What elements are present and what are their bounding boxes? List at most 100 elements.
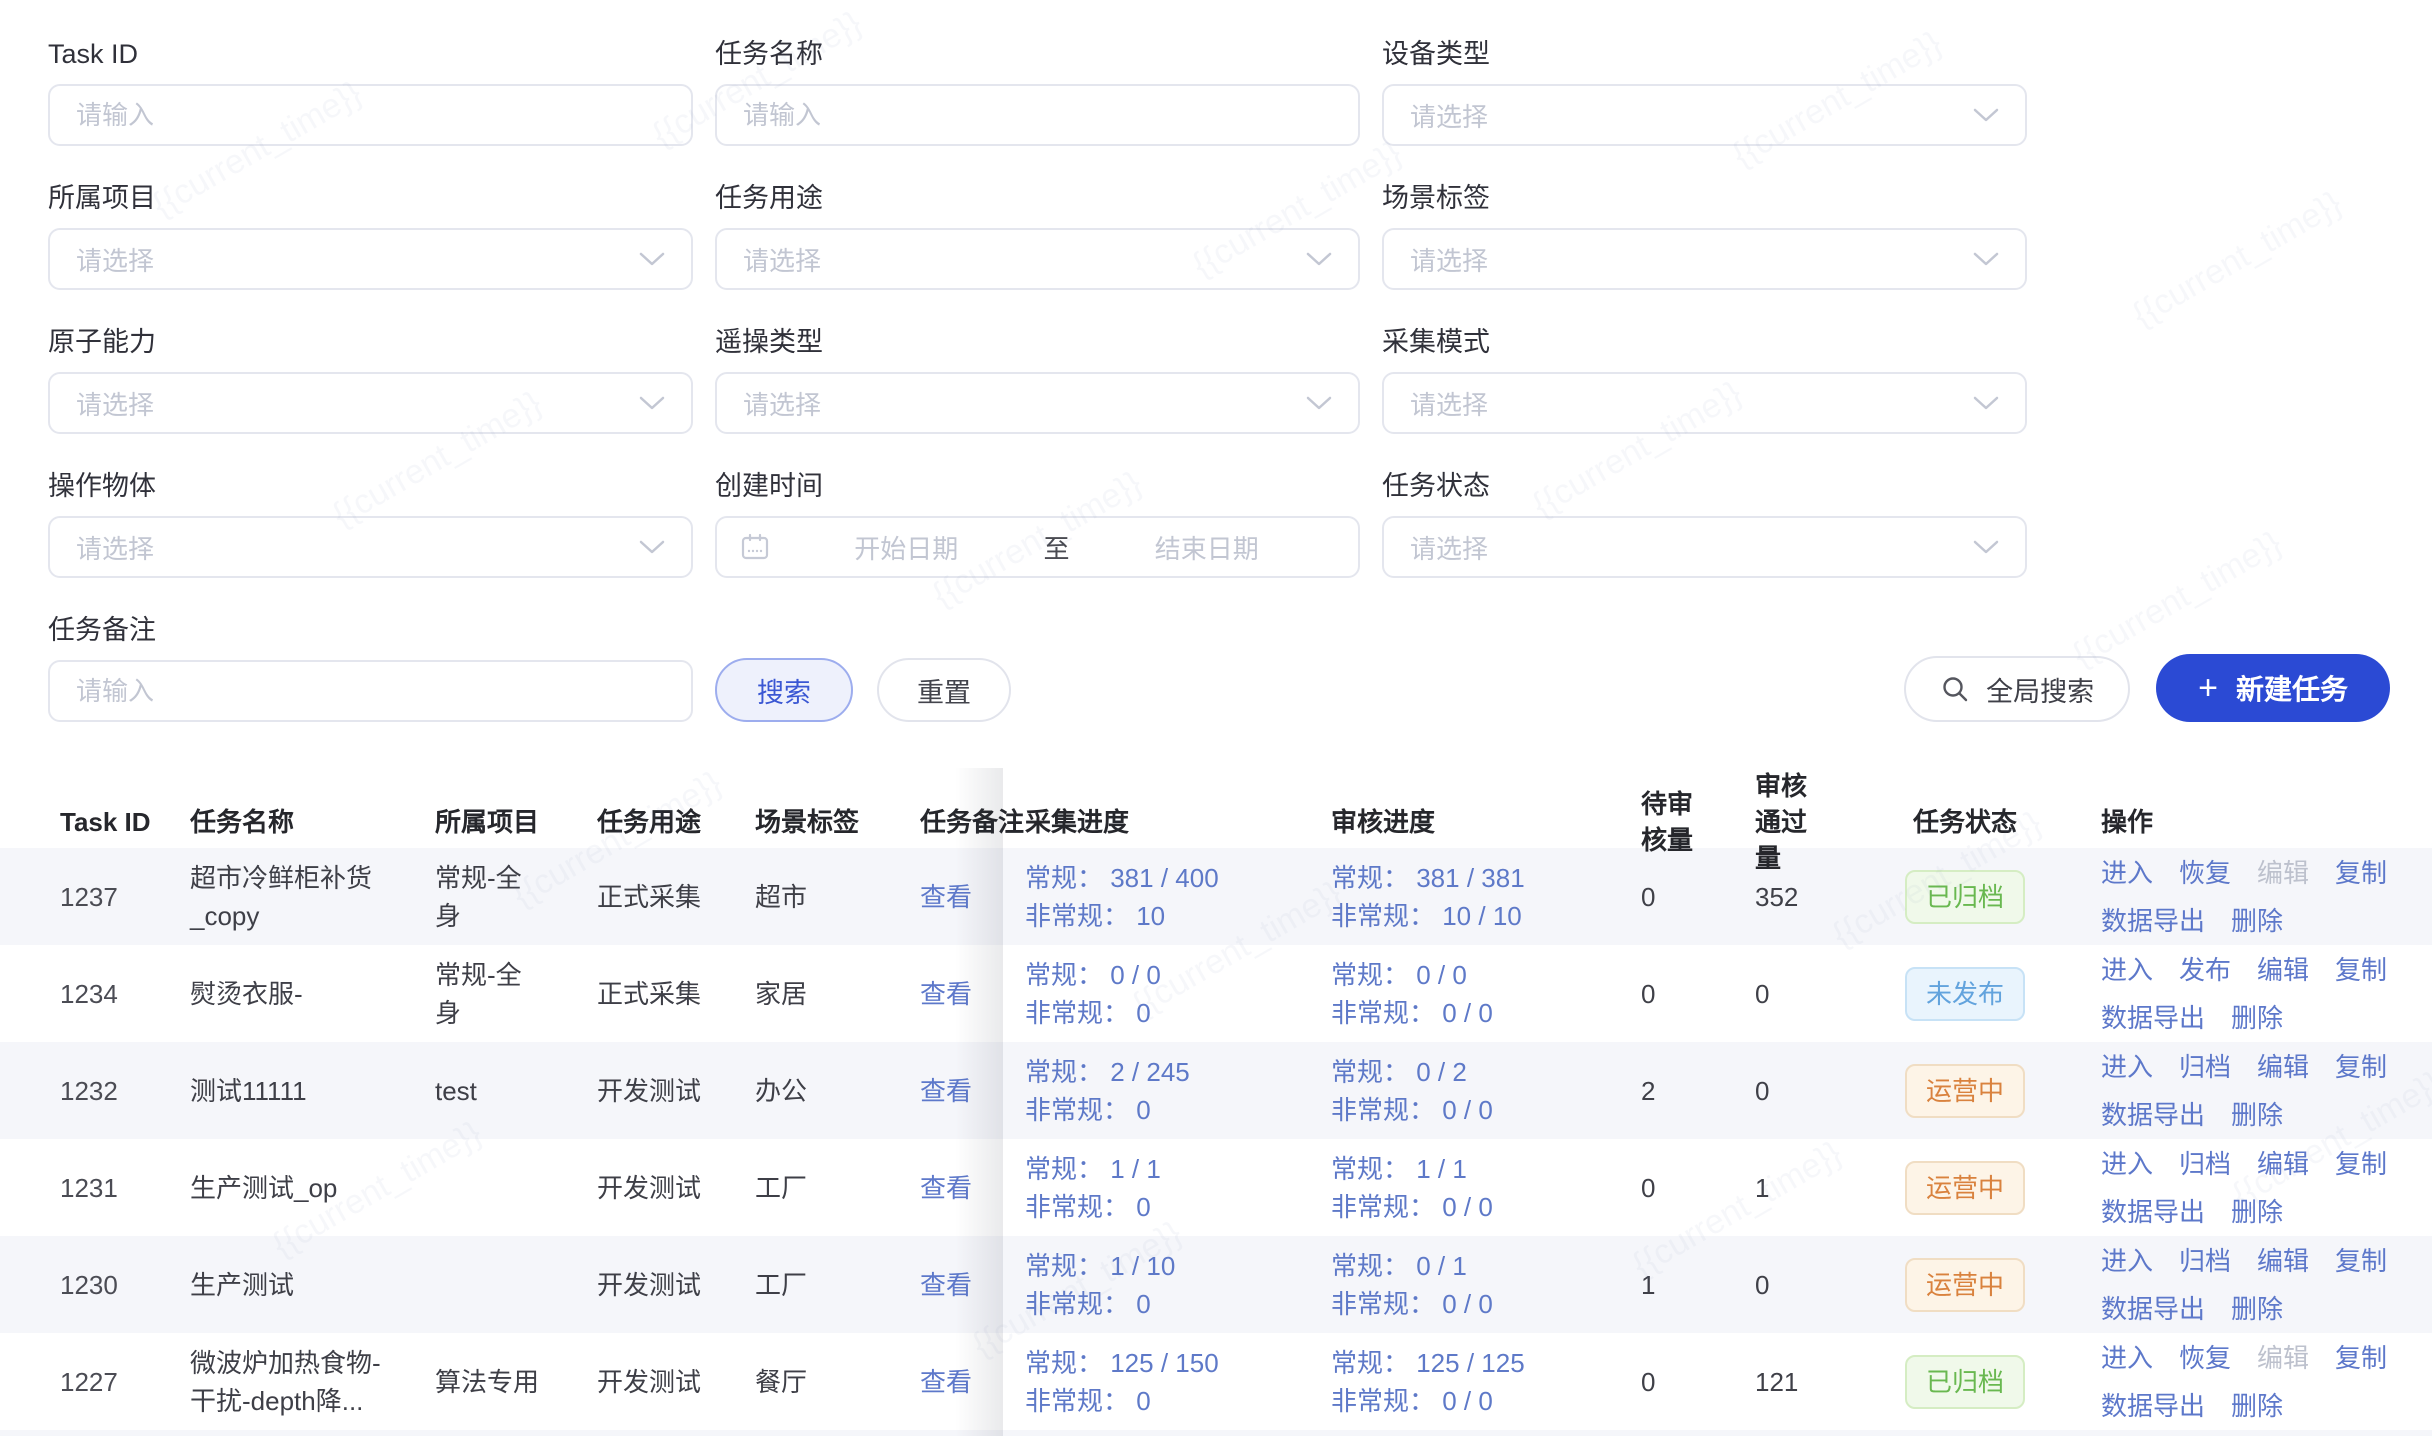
field-object: 操作物体 请选择 xyxy=(48,470,693,578)
action-copy[interactable]: 复制 xyxy=(2335,1048,2387,1086)
action-delete[interactable]: 删除 xyxy=(2231,1387,2283,1425)
teleop-type-select[interactable]: 请选择 xyxy=(715,372,1360,434)
task-id-input[interactable] xyxy=(48,84,693,146)
create-time-range-picker[interactable]: 开始日期 至 结束日期 xyxy=(715,516,1360,578)
object-select[interactable]: 请选择 xyxy=(48,516,693,578)
action-publish[interactable]: 发布 xyxy=(2179,951,2231,989)
cell-actions: 进入 归档 编辑 复制 数据导出 删除 xyxy=(2085,1048,2415,1134)
action-export[interactable]: 数据导出 xyxy=(2101,1387,2205,1425)
device-type-select[interactable]: 请选择 xyxy=(1382,84,2027,146)
action-enter[interactable]: 进入 xyxy=(2101,1242,2153,1280)
action-restore[interactable]: 恢复 xyxy=(2179,1339,2231,1377)
view-remark-link[interactable]: 查看 xyxy=(920,1076,972,1106)
view-remark-link[interactable]: 查看 xyxy=(920,882,972,912)
action-copy[interactable]: 复制 xyxy=(2335,1242,2387,1280)
search-button[interactable]: 搜索 xyxy=(715,658,853,722)
device-type-label: 设备类型 xyxy=(1382,38,2027,70)
action-edit[interactable]: 编辑 xyxy=(2257,951,2309,989)
status-badge: 运营中 xyxy=(1905,1258,2025,1312)
action-delete[interactable]: 删除 xyxy=(2231,902,2283,940)
cell-approved-count: 0 xyxy=(1743,1072,1889,1110)
action-export[interactable]: 数据导出 xyxy=(2101,1096,2205,1134)
cell-review-progress: 常规： 0 / 1 非常规： 0 / 0 xyxy=(1331,1247,1631,1323)
end-date-placeholder[interactable]: 结束日期 xyxy=(1078,529,1337,566)
table-row: 1227 微波炉加热食物-干扰-depth降... 算法专用 开发测试 餐厅 查… xyxy=(0,1333,2432,1430)
cell-task-name: 测试11111 xyxy=(190,1072,435,1110)
new-task-label: 新建任务 xyxy=(2236,668,2348,708)
purpose-label: 任务用途 xyxy=(715,182,1360,214)
purpose-select[interactable]: 请选择 xyxy=(715,228,1360,290)
action-archive[interactable]: 归档 xyxy=(2179,1242,2231,1280)
chevron-down-icon xyxy=(1973,396,1999,411)
action-enter[interactable]: 进入 xyxy=(2101,951,2153,989)
new-task-button[interactable]: + 新建任务 xyxy=(2156,654,2390,722)
cell-task-id: 1230 xyxy=(60,1266,190,1304)
cell-purpose: 正式采集 xyxy=(597,878,755,916)
review-irregular: 非常规： 0 / 0 xyxy=(1331,1285,1631,1323)
task-name-input[interactable] xyxy=(715,84,1360,146)
action-export[interactable]: 数据导出 xyxy=(2101,902,2205,940)
action-delete[interactable]: 删除 xyxy=(2231,1290,2283,1328)
action-export[interactable]: 数据导出 xyxy=(2101,1193,2205,1231)
action-enter[interactable]: 进入 xyxy=(2101,1048,2153,1086)
field-task-status: 任务状态 请选择 xyxy=(1382,470,2027,578)
chevron-down-icon xyxy=(1973,108,1999,123)
action-copy[interactable]: 复制 xyxy=(2335,951,2387,989)
action-export[interactable]: 数据导出 xyxy=(2101,1290,2205,1328)
cell-collect-progress: 常规： 1 / 1 非常规： 0 xyxy=(1025,1150,1331,1226)
action-edit[interactable]: 编辑 xyxy=(2257,1048,2309,1086)
action-archive[interactable]: 归档 xyxy=(2179,1145,2231,1183)
action-delete[interactable]: 删除 xyxy=(2231,999,2283,1037)
scene-tag-select[interactable]: 请选择 xyxy=(1382,228,2027,290)
review-regular: 常规： 1 / 1 xyxy=(1331,1150,1631,1188)
chevron-down-icon xyxy=(639,540,665,555)
start-date-placeholder[interactable]: 开始日期 xyxy=(777,529,1036,566)
calendar-icon xyxy=(739,531,771,563)
view-remark-link[interactable]: 查看 xyxy=(920,1270,972,1300)
action-copy[interactable]: 复制 xyxy=(2335,1339,2387,1377)
collect-irregular: 非常规： 0 xyxy=(1025,994,1331,1032)
action-delete[interactable]: 删除 xyxy=(2231,1193,2283,1231)
cell-task-name: 超市冷鲜柜补货_copy xyxy=(190,859,435,935)
remark-input[interactable] xyxy=(48,660,693,722)
table-row: 1232 测试11111 test 开发测试 办公 查看 常规： 2 / 245… xyxy=(0,1042,2432,1139)
action-export[interactable]: 数据导出 xyxy=(2101,999,2205,1037)
action-copy[interactable]: 复制 xyxy=(2335,854,2387,892)
cell-pending-count: 2 xyxy=(1631,1072,1743,1110)
cell-collect-progress: 常规： 125 / 150 非常规： 0 xyxy=(1025,1344,1331,1420)
action-edit: 编辑 xyxy=(2257,1339,2309,1377)
cell-task-id: 1232 xyxy=(60,1072,190,1110)
review-irregular: 非常规： 0 / 0 xyxy=(1331,1188,1631,1226)
global-search-button[interactable]: 全局搜索 xyxy=(1904,656,2130,722)
view-remark-link[interactable]: 查看 xyxy=(920,979,972,1009)
cell-pending-count: 0 xyxy=(1631,975,1743,1013)
collect-mode-select[interactable]: 请选择 xyxy=(1382,372,2027,434)
chevron-down-icon xyxy=(639,396,665,411)
cell-task-name: 生产测试 xyxy=(190,1266,435,1304)
collect-mode-placeholder: 请选择 xyxy=(1410,385,1488,422)
chevron-down-icon xyxy=(1306,252,1332,267)
action-enter[interactable]: 进入 xyxy=(2101,854,2153,892)
action-restore[interactable]: 恢复 xyxy=(2179,854,2231,892)
action-archive[interactable]: 归档 xyxy=(2179,1048,2231,1086)
view-remark-link[interactable]: 查看 xyxy=(920,1367,972,1397)
col-scene: 场景标签 xyxy=(755,804,920,840)
task-status-select[interactable]: 请选择 xyxy=(1382,516,2027,578)
reset-button[interactable]: 重置 xyxy=(877,658,1011,722)
cell-collect-progress: 常规： 0 / 0 非常规： 0 xyxy=(1025,956,1331,1032)
cell-purpose: 开发测试 xyxy=(597,1266,755,1304)
cell-project: 算法专用 xyxy=(435,1363,597,1401)
action-edit[interactable]: 编辑 xyxy=(2257,1242,2309,1280)
action-delete[interactable]: 删除 xyxy=(2231,1096,2283,1134)
action-enter[interactable]: 进入 xyxy=(2101,1145,2153,1183)
atomic-ability-select[interactable]: 请选择 xyxy=(48,372,693,434)
review-regular: 常规： 0 / 0 xyxy=(1331,956,1631,994)
collect-regular: 常规： 381 / 400 xyxy=(1025,859,1331,897)
view-remark-link[interactable]: 查看 xyxy=(920,1173,972,1203)
action-edit[interactable]: 编辑 xyxy=(2257,1145,2309,1183)
collect-regular: 常规： 2 / 245 xyxy=(1025,1053,1331,1091)
action-enter[interactable]: 进入 xyxy=(2101,1339,2153,1377)
action-copy[interactable]: 复制 xyxy=(2335,1145,2387,1183)
cell-pending-count: 0 xyxy=(1631,1363,1743,1401)
project-select[interactable]: 请选择 xyxy=(48,228,693,290)
